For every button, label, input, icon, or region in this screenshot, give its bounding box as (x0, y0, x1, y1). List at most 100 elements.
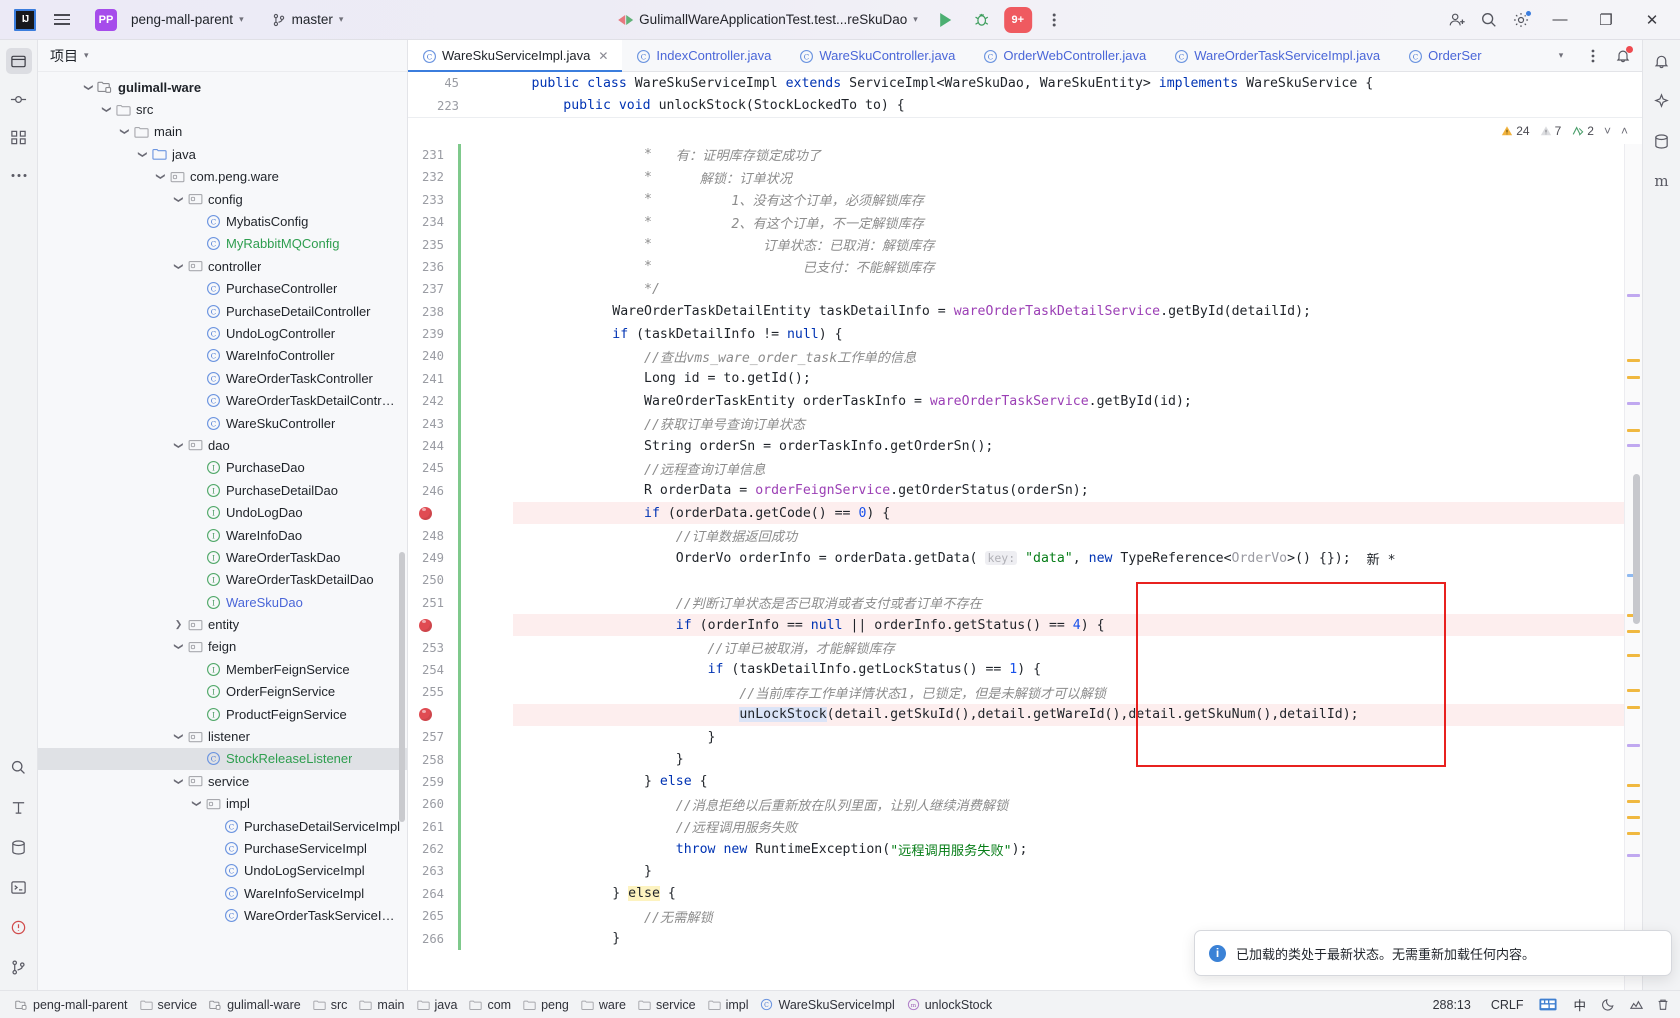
tree-item-undologcontroller[interactable]: C UndoLogController (38, 322, 407, 344)
ime-indicator[interactable]: 中 (1569, 994, 1590, 1015)
code-line[interactable]: //无需解锁 (513, 905, 1624, 927)
tab-options-icon[interactable] (1578, 41, 1608, 71)
breakpoint-icon[interactable] (419, 506, 432, 520)
tree-item-java[interactable]: ❯ java (38, 143, 407, 165)
breadcrumb-item-main[interactable]: main (354, 997, 409, 1013)
editor-tab-wareordertaskserviceimpl[interactable]: C WareOrderTaskServiceImpl.java (1160, 40, 1394, 71)
keyboard-layout-icon[interactable] (1539, 998, 1558, 1011)
breakpoint-icon[interactable] (419, 618, 432, 632)
tree-item-myrabbitmqconfig[interactable]: C MyRabbitMQConfig (38, 233, 407, 255)
code-text[interactable]: * 有：证明库存锁定成功了 * 解锁：订单状况 * 1、没有这个订单，必须解锁库… (513, 144, 1624, 990)
tree-item-stockreleaselistener[interactable]: C StockReleaseListener (38, 747, 407, 771)
chevron-down-icon[interactable]: ❯ (172, 730, 185, 743)
code-line[interactable]: //获取订单号查询订单状态 (513, 412, 1624, 434)
code-viewport[interactable]: 231 232 233 234 235 236 237 238 239 240 241 242 243 2… (408, 143, 1642, 990)
tree-item-wareinfoserviceimpl[interactable]: C WareInfoServiceImpl (38, 882, 407, 904)
project-selector[interactable]: PP peng-mall-parent ▾ (88, 6, 251, 34)
tree-item-wareskucontroller[interactable]: C WareSkuController (38, 412, 407, 434)
commit-tool-icon[interactable] (6, 86, 32, 112)
more-actions-icon[interactable] (1039, 5, 1069, 35)
chevron-down-icon[interactable]: ❯ (100, 103, 113, 116)
code-line[interactable]: //消息拒绝以后重新放在队列里面，让别人继续消费解锁 (513, 793, 1624, 815)
code-line[interactable]: //远程调用服务失败 (513, 816, 1624, 838)
code-line[interactable]: if (orderData.getCode() == 0) { (513, 502, 1624, 525)
code-line[interactable]: //远程查询订单信息 (513, 457, 1624, 479)
code-line[interactable]: if (taskDetailInfo.getLockStatus() == 1)… (513, 659, 1624, 681)
database-tool-icon[interactable] (6, 834, 32, 860)
tree-item-purchasecontroller[interactable]: C PurchaseController (38, 278, 407, 300)
code-line[interactable]: //订单已被取消，才能解锁库存 (513, 636, 1624, 658)
tree-item-wareinfodao[interactable]: I WareInfoDao (38, 524, 407, 546)
code-line[interactable]: OrderVo orderInfo = orderData.getData( k… (513, 547, 1624, 569)
code-line[interactable]: * 解锁：订单状况 (513, 166, 1624, 188)
typo-count[interactable]: 2 (1571, 124, 1594, 138)
breadcrumb-item-peng[interactable]: peng (518, 997, 574, 1013)
database-rail-icon[interactable] (1649, 128, 1675, 154)
error-stripe-markers[interactable] (1624, 143, 1642, 990)
project-tree[interactable]: ❯ gulimall-ware ❯ src ❯ main ❯ java ❯ com.peng.wa… (38, 72, 407, 990)
tree-item-purchasedetailserviceimpl[interactable]: C PurchaseDetailServiceImpl (38, 815, 407, 837)
code-line[interactable]: //判断订单状态是否已取消或者支付或者订单不存在 (513, 592, 1624, 614)
tree-item-productfeignservice[interactable]: I ProductFeignService (38, 703, 407, 725)
breadcrumb[interactable]: peng-mall-parent service gulimall-ware src m… (10, 997, 997, 1013)
code-line[interactable]: } else { (513, 883, 1624, 905)
code-line[interactable]: } (513, 748, 1624, 770)
breadcrumb-item-service[interactable]: service (633, 997, 701, 1013)
code-line[interactable]: * 2、有这个订单，不一定解锁库存 (513, 211, 1624, 233)
find-tool-icon[interactable] (6, 754, 32, 780)
maximize-button[interactable]: ❐ (1584, 0, 1628, 40)
chevron-down-icon[interactable]: ❯ (172, 193, 185, 206)
tree-item-com-peng-ware[interactable]: ❯ com.peng.ware (38, 166, 407, 188)
chevron-down-icon[interactable]: ❯ (118, 125, 131, 138)
tree-item-wareordertaskcontroller[interactable]: C WareOrderTaskController (38, 367, 407, 389)
breadcrumb-item-wareskuserviceimpl[interactable]: C WareSkuServiceImpl (755, 997, 899, 1013)
search-everywhere-icon[interactable] (1474, 5, 1504, 35)
settings-gear-icon[interactable] (1506, 5, 1536, 35)
run-configuration-selector[interactable]: GulimallWareApplicationTest.test...reSku… (611, 9, 925, 30)
code-line[interactable]: * 有：证明库存锁定成功了 (513, 144, 1624, 166)
main-menu-burger-icon[interactable] (48, 6, 76, 34)
breadcrumb-item-java[interactable]: java (412, 997, 463, 1013)
code-line[interactable]: //订单数据返回成功 (513, 524, 1624, 546)
vcs-branch-selector[interactable]: master ▾ (251, 9, 351, 30)
breakpoint-icon[interactable] (419, 708, 432, 722)
tree-item-undologserviceimpl[interactable]: C UndoLogServiceImpl (38, 860, 407, 882)
breadcrumb-item-ware[interactable]: ware (576, 997, 631, 1013)
editor-tab-orderser[interactable]: C OrderSer (1394, 40, 1495, 71)
line-column-indicator[interactable]: 288:13 (1429, 997, 1475, 1013)
tree-item-dao[interactable]: ❯ dao (38, 434, 407, 456)
code-line[interactable]: } else { (513, 771, 1624, 793)
tree-item-main[interactable]: ❯ main (38, 121, 407, 143)
tree-item-feign[interactable]: ❯ feign (38, 636, 407, 658)
ai-assistant-icon[interactable] (1649, 88, 1675, 114)
tree-item-wareordertaskdetailcontroller[interactable]: C WareOrderTaskDetailController (38, 389, 407, 411)
notification-popup[interactable]: i 已加载的类处于最新状态。无需重新加载任何内容。 (1194, 930, 1672, 976)
code-line[interactable]: * 1、没有这个订单，必须解锁库存 (513, 189, 1624, 211)
inspection-widget[interactable]: 24 7 2 ˅ ˄ (408, 117, 1642, 144)
code-line[interactable]: } (513, 860, 1624, 882)
breadcrumb-item-impl[interactable]: impl (703, 997, 754, 1013)
editor-tab-orderwebcontroller[interactable]: C OrderWebController.java (969, 40, 1160, 71)
tree-item-service[interactable]: ❯ service (38, 770, 407, 792)
structure-search-icon[interactable] (6, 794, 32, 820)
chevron-right-icon[interactable]: ❯ (172, 618, 185, 631)
code-line[interactable]: Long id = to.getId(); (513, 368, 1624, 390)
tree-item-mybatisconfig[interactable]: C MybatisConfig (38, 210, 407, 232)
tree-item-purchasedetaildao[interactable]: I PurchaseDetailDao (38, 479, 407, 501)
chevron-down-icon[interactable]: ❯ (172, 640, 185, 653)
code-line[interactable]: WareOrderTaskDetailEntity taskDetailInfo… (513, 301, 1624, 323)
debug-button[interactable] (967, 5, 997, 35)
tree-item-purchaseserviceimpl[interactable]: C PurchaseServiceImpl (38, 837, 407, 859)
tree-item-orderfeignservice[interactable]: I OrderFeignService (38, 681, 407, 703)
chevron-down-icon[interactable]: ❯ (136, 148, 149, 161)
project-panel-header[interactable]: 项目 ▾ (38, 40, 407, 72)
memory-indicator-icon[interactable] (1629, 997, 1644, 1012)
chevron-down-icon[interactable]: ❯ (154, 170, 167, 183)
chevron-down-icon[interactable]: ❯ (172, 439, 185, 452)
breadcrumb-item-com[interactable]: com (464, 997, 516, 1013)
tree-item-entity[interactable]: ❯ entity (38, 613, 407, 635)
tree-item-wareinfocontroller[interactable]: C WareInfoController (38, 345, 407, 367)
editor-vertical-scrollbar[interactable] (1633, 473, 1640, 624)
services-running-badge[interactable]: 9+ (1003, 5, 1033, 35)
code-line[interactable]: R orderData = orderFeignService .getOrder… (513, 480, 1624, 502)
